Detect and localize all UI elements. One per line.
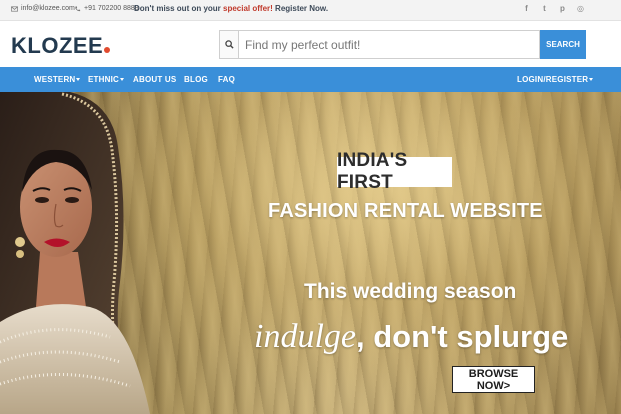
nav-ethnic-label: ETHNIC (88, 75, 119, 84)
phone-icon (75, 5, 81, 11)
caret-down-icon (589, 78, 594, 82)
hero-model-image (0, 92, 150, 414)
main-nav: WESTERN ETHNIC ABOUT US BLOG FAQ LOGIN/R… (0, 67, 621, 92)
promo-highlight: special offer! (223, 4, 273, 13)
nav-item-login[interactable]: LOGIN/REGISTER (517, 75, 594, 84)
caret-down-icon (76, 78, 81, 82)
twitter-icon[interactable]: t (540, 4, 549, 14)
site-header: KLOZEE SEARCH (0, 21, 621, 67)
nav-item-about[interactable]: ABOUT US (133, 75, 176, 84)
nav-western-label: WESTERN (34, 75, 76, 84)
search-input[interactable] (238, 30, 540, 59)
promo-banner[interactable]: Don't miss out on your special offer! Re… (134, 4, 328, 13)
search-box: SEARCH (219, 30, 586, 59)
social-links: f t p ◎ (522, 4, 585, 14)
hero-tag-box: INDIA'S FIRST (337, 150, 452, 193)
nav-item-western[interactable]: WESTERN (34, 75, 81, 84)
hero-tag: INDIA'S FIRST (337, 150, 408, 193)
pinterest-icon[interactable]: p (558, 4, 567, 14)
caret-down-icon (119, 78, 124, 82)
contact-email-text: info@klozee.com (21, 5, 75, 12)
search-icon-wrap (219, 30, 238, 59)
promo-suffix: Register Now. (272, 4, 329, 13)
hero-slogan: indulge, don't splurge (254, 318, 568, 356)
search-icon (224, 40, 234, 49)
hero-slogan-bold: don't splurge (373, 319, 569, 354)
nav-item-ethnic[interactable]: ETHNIC (88, 75, 124, 84)
instagram-icon[interactable]: ◎ (576, 4, 585, 14)
hero-slogan-italic: indulge (254, 318, 356, 355)
nav-item-blog[interactable]: BLOG (184, 75, 208, 84)
logo-dot (104, 47, 111, 53)
search-button[interactable]: SEARCH (540, 30, 586, 59)
logo-text: KLOZEE (11, 33, 104, 58)
nav-item-faq[interactable]: FAQ (218, 75, 235, 84)
top-info-bar: info@klozee.com +91 702200 8888 Don't mi… (0, 0, 621, 21)
facebook-icon[interactable]: f (522, 4, 531, 14)
browse-now-button[interactable]: BROWSE NOW> (452, 366, 535, 393)
nav-login-label: LOGIN/REGISTER (517, 75, 589, 84)
hero-slogan-comma: , (355, 319, 374, 354)
contact-phone-text: +91 702200 8888 (84, 5, 139, 12)
contact-email[interactable]: info@klozee.com (11, 5, 75, 12)
site-logo[interactable]: KLOZEE (11, 33, 111, 59)
hero-banner: INDIA'S FIRST FASHION RENTAL WEBSITE Thi… (0, 92, 621, 414)
hero-headline: FASHION RENTAL WEBSITE (268, 200, 543, 222)
hero-subheadline: This wedding season (304, 280, 517, 303)
contact-phone[interactable]: +91 702200 8888 (74, 5, 139, 12)
envelope-icon (11, 5, 18, 12)
promo-prefix: Don't miss out on your (134, 4, 224, 13)
